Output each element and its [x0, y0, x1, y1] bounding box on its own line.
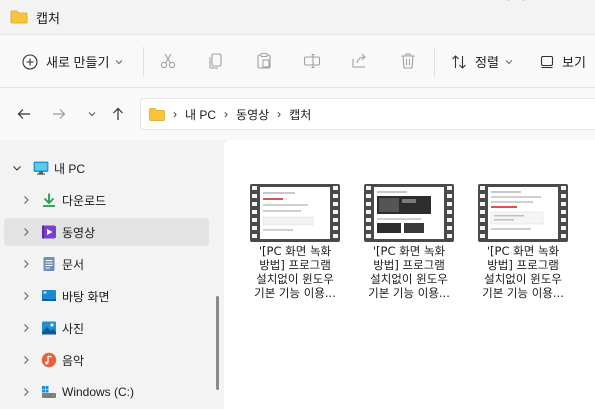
new-button[interactable]: 새로 만들기	[22, 52, 123, 71]
video-thumbnail	[250, 184, 340, 242]
video-thumbnail	[478, 184, 568, 242]
delete-icon[interactable]	[398, 51, 418, 71]
sidebar-item-desktop[interactable]: 바탕 화면	[4, 282, 209, 310]
navigation-bar: › 내 PC › 동영상 › 캡처	[0, 88, 595, 140]
view-icon	[540, 55, 554, 68]
download-icon	[43, 193, 55, 207]
breadcrumb-videos[interactable]: 동영상	[236, 106, 269, 123]
chevron-down-icon[interactable]	[11, 162, 23, 174]
sidebar-item-pictures[interactable]: 사진	[4, 314, 209, 342]
plus-circle-icon	[22, 53, 38, 70]
chevron-down-icon	[505, 59, 513, 64]
recent-locations-chevron-icon[interactable]	[84, 106, 100, 122]
sidebar-item-label: 동영상	[62, 225, 96, 240]
sidebar-item-downloads[interactable]: 다운로드	[4, 186, 209, 214]
sidebar-item-label: 문서	[62, 257, 85, 272]
sort-button-label: 정렬	[475, 55, 499, 70]
toolbar-divider	[434, 47, 435, 77]
chevron-right-icon[interactable]	[20, 194, 32, 206]
cloud-icon	[508, 0, 524, 1]
music-icon	[41, 352, 57, 368]
chevron-right-icon[interactable]	[20, 322, 32, 334]
new-button-label: 새로 만들기	[46, 55, 110, 70]
sidebar-item-videos[interactable]: 동영상	[4, 218, 209, 246]
sort-button[interactable]: 정렬	[451, 52, 513, 71]
toolbar-divider	[143, 47, 144, 77]
copy-icon[interactable]	[206, 51, 226, 71]
chevron-right-icon[interactable]	[20, 226, 32, 238]
view-button[interactable]: 보기	[540, 52, 586, 71]
chevron-right-icon[interactable]	[20, 386, 32, 398]
pc-icon	[33, 161, 49, 175]
navigation-pane: 내 PC 다운로드 동영상 문서 바탕 화면 사진 음악 Windows (C:…	[0, 140, 224, 409]
chevron-right-icon[interactable]	[20, 258, 32, 270]
sidebar-item-this-pc[interactable]: 내 PC	[4, 154, 209, 182]
pictures-icon	[42, 321, 56, 335]
sidebar-item-music[interactable]: 음악	[4, 346, 209, 374]
breadcrumb-separator[interactable]: ›	[173, 107, 177, 121]
file-name: '[PC 화면 녹화 방법] 프로그램 설치없이 윈도우 기본 기능 이용...	[254, 244, 336, 300]
file-item[interactable]: '[PC 화면 녹화 방법] 프로그램 설치없이 윈도우 기본 기능 이용...	[245, 184, 345, 314]
sidebar-item-label: 음악	[62, 353, 85, 368]
chevron-down-icon	[116, 59, 123, 64]
rename-icon[interactable]	[302, 51, 322, 71]
share-icon[interactable]	[350, 51, 370, 71]
file-item[interactable]: '[PC 화면 녹화 방법] 프로그램 설치없이 윈도우 기본 기능 이용...	[359, 184, 459, 314]
file-list-pane: '[PC 화면 녹화 방법] 프로그램 설치없이 윈도우 기본 기능 이용...…	[224, 140, 595, 409]
sidebar-item-label: 사진	[62, 321, 85, 336]
sort-icon	[452, 54, 466, 69]
folder-icon	[149, 107, 165, 121]
sidebar-scrollbar-thumb[interactable]	[216, 296, 219, 390]
view-button-label: 보기	[562, 55, 586, 70]
video-icon	[42, 225, 56, 239]
file-name: '[PC 화면 녹화 방법] 프로그램 설치없이 윈도우 기본 기능 이용...	[368, 244, 450, 300]
folder-icon	[10, 10, 28, 24]
drive-icon	[42, 386, 56, 398]
chevron-right-icon[interactable]	[20, 354, 32, 366]
desktop-icon	[42, 290, 56, 301]
address-bar[interactable]: › 내 PC › 동영상 › 캡처	[140, 98, 595, 130]
video-thumbnail	[364, 184, 454, 242]
breadcrumb-pc[interactable]: 내 PC	[185, 106, 216, 123]
file-name: '[PC 화면 녹화 방법] 프로그램 설치없이 윈도우 기본 기능 이용...	[482, 244, 564, 300]
up-arrow-icon[interactable]	[110, 106, 126, 122]
breadcrumb-captures[interactable]: 캡처	[289, 106, 311, 123]
back-arrow-icon[interactable]	[16, 106, 32, 122]
paste-icon[interactable]	[254, 51, 274, 71]
sidebar-item-label: 바탕 화면	[62, 289, 110, 304]
sidebar-item-windows-drive[interactable]: Windows (C:)	[4, 378, 209, 406]
forward-arrow-icon[interactable]	[51, 106, 67, 122]
document-icon	[43, 257, 55, 271]
sidebar-item-label: Windows (C:)	[62, 385, 135, 399]
breadcrumb-separator[interactable]: ›	[277, 107, 281, 121]
cut-icon[interactable]	[158, 51, 178, 71]
breadcrumb-separator[interactable]: ›	[224, 107, 228, 121]
command-bar: 새로 만들기 정렬 보기	[0, 34, 595, 88]
sidebar-item-documents[interactable]: 문서	[4, 250, 209, 278]
file-item[interactable]: '[PC 화면 녹화 방법] 프로그램 설치없이 윈도우 기본 기능 이용...	[473, 184, 573, 314]
title-bar: 캡처	[0, 0, 595, 34]
window-title: 캡처	[36, 10, 60, 26]
chevron-right-icon[interactable]	[20, 290, 32, 302]
sidebar-item-label: 다운로드	[62, 193, 107, 208]
sidebar-item-label: 내 PC	[54, 161, 86, 176]
